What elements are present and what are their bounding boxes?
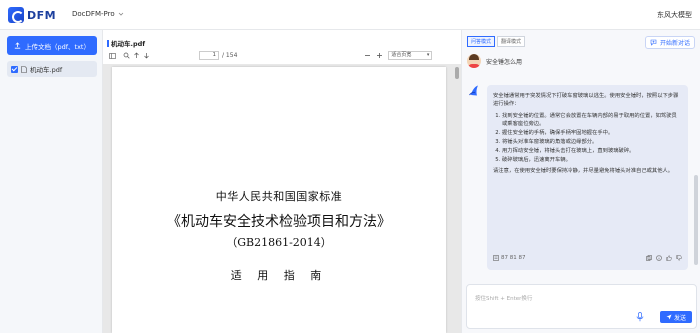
thumbs-up-icon[interactable] [666, 255, 672, 261]
file-list-item[interactable]: 机动车.pdf [7, 61, 97, 77]
logo: DFM [8, 7, 56, 23]
upload-document-button[interactable]: 上传文档（pdf、txt） [7, 36, 97, 55]
answer-intro: 安全锤通常用于突发情况下打破车窗玻璃以逃生。使用安全锤时，按照以下步骤进行操作： [493, 93, 679, 107]
zoom-in-icon[interactable] [374, 51, 384, 61]
upload-icon [14, 42, 21, 49]
page-number-input[interactable]: 1 [199, 51, 219, 60]
answer-steps: 找到安全锤的位置。通常它会放置在车辆内部的易于取用的位置，如驾驶员或乘客座位旁边… [493, 112, 682, 164]
top-bar: DFM DocDFM-Pro 东风大模型 [0, 0, 700, 30]
pdf-page: 中华人民共和国国家标准 《机动车安全技术检验项目和方法》 （GB21861-20… [112, 67, 446, 333]
microphone-icon[interactable] [636, 312, 644, 322]
chat-panel: 问答模式 翻译模式 开始新对话 安全锤怎么用 安全锤通常用于突发情况下打破车窗玻… [461, 30, 700, 333]
title-accent-bar [107, 39, 109, 47]
pdf-scrollbar[interactable] [455, 67, 459, 79]
bot-avatar-icon [467, 83, 481, 97]
answer-step: 用力挥动安全锤，将锤头击打在玻璃上，直到玻璃破碎。 [502, 147, 682, 155]
info-icon[interactable] [656, 255, 662, 261]
doc-line-standard: 中华人民共和国国家标准 [215, 190, 343, 203]
answer-step: 将锤头对准车窗玻璃的角落或边缘部分。 [502, 138, 682, 146]
answer-actions [646, 255, 682, 261]
mode-tabs: 问答模式 翻译模式 [467, 36, 526, 47]
sidebar: 上传文档（pdf、txt） 机动车.pdf [0, 30, 103, 333]
upload-label: 上传文档（pdf、txt） [25, 42, 90, 51]
user-message-row: 安全锤怎么用 [467, 54, 522, 68]
app-name: DocDFM-Pro [72, 10, 115, 18]
send-button[interactable]: 发送 [660, 311, 692, 323]
new-chat-label: 开始新对话 [659, 40, 690, 47]
next-page-icon[interactable] [141, 51, 151, 61]
new-chat-icon [650, 39, 657, 46]
pdf-toolbar: 1 / 154 适合页宽 [103, 48, 461, 63]
user-avatar [467, 54, 481, 68]
tab-translate-mode[interactable]: 翻译模式 [497, 36, 526, 47]
copy-icon[interactable] [646, 255, 652, 261]
send-icon [666, 314, 672, 320]
zoom-select[interactable]: 适合页宽 [388, 51, 433, 60]
file-checkbox[interactable] [11, 65, 18, 73]
answer-step: 找到安全锤的位置。通常它会放置在车辆内部的易于取用的位置，如驾驶员或乘客座位旁边… [502, 112, 682, 128]
doc-line-guide: 适 用 指 南 [230, 269, 328, 282]
pdf-viewer: 机动车.pdf 1 / 154 适合页宽 中华人民共和国国家标准 《机动车安全技… [103, 30, 461, 333]
search-icon[interactable] [121, 51, 131, 61]
user-name[interactable]: 东风大模型 [657, 10, 692, 20]
chat-input[interactable] [475, 294, 635, 304]
file-icon [21, 65, 27, 73]
answer-bubble: 安全锤通常用于突发情况下打破车窗玻璃以逃生。使用安全锤时，按照以下步骤进行操作：… [487, 85, 688, 270]
chat-input-box: 发送 [466, 284, 697, 329]
pdf-canvas-area[interactable]: 中华人民共和国国家标准 《机动车安全技术检验项目和方法》 （GB21861-20… [103, 64, 461, 333]
answer-footer: 87 81 87 [493, 254, 682, 262]
doc-line-title: 《机动车安全技术检验项目和方法》 [167, 214, 391, 230]
document-title: 机动车.pdf [111, 40, 146, 48]
thumbs-down-icon[interactable] [676, 255, 682, 261]
chevron-down-icon [118, 12, 123, 16]
answer-note: 请注意，在使用安全锤时要保持冷静，并尽量避免将锤头对准自己或其他人。 [493, 168, 674, 174]
sidebar-toggle-icon[interactable] [107, 51, 117, 61]
source-icon[interactable] [493, 255, 499, 261]
answer-step: 破碎玻璃后，迅速离开车辆。 [502, 156, 682, 164]
send-label: 发送 [673, 314, 686, 322]
new-chat-button[interactable]: 开始新对话 [644, 36, 695, 49]
file-name: 机动车.pdf [30, 66, 63, 74]
source-pages[interactable]: 87 81 87 [501, 254, 526, 262]
previous-page-icon[interactable] [131, 51, 141, 61]
viewer-title: 机动车.pdf [107, 38, 145, 48]
chat-scrollbar[interactable] [694, 175, 698, 265]
page-total: / 154 [222, 52, 238, 59]
doc-line-code: （GB21861-2014） [226, 236, 332, 249]
logo-mark-icon [8, 7, 24, 23]
answer-step: 握住安全锤的手柄，确保手柄牢固地握在手中。 [502, 129, 682, 137]
app-selector[interactable]: DocDFM-Pro [72, 10, 124, 18]
tab-qa-mode[interactable]: 问答模式 [467, 36, 496, 47]
user-message: 安全锤怎么用 [486, 58, 523, 66]
logo-text: DFM [27, 8, 57, 22]
zoom-out-icon[interactable] [362, 51, 372, 61]
